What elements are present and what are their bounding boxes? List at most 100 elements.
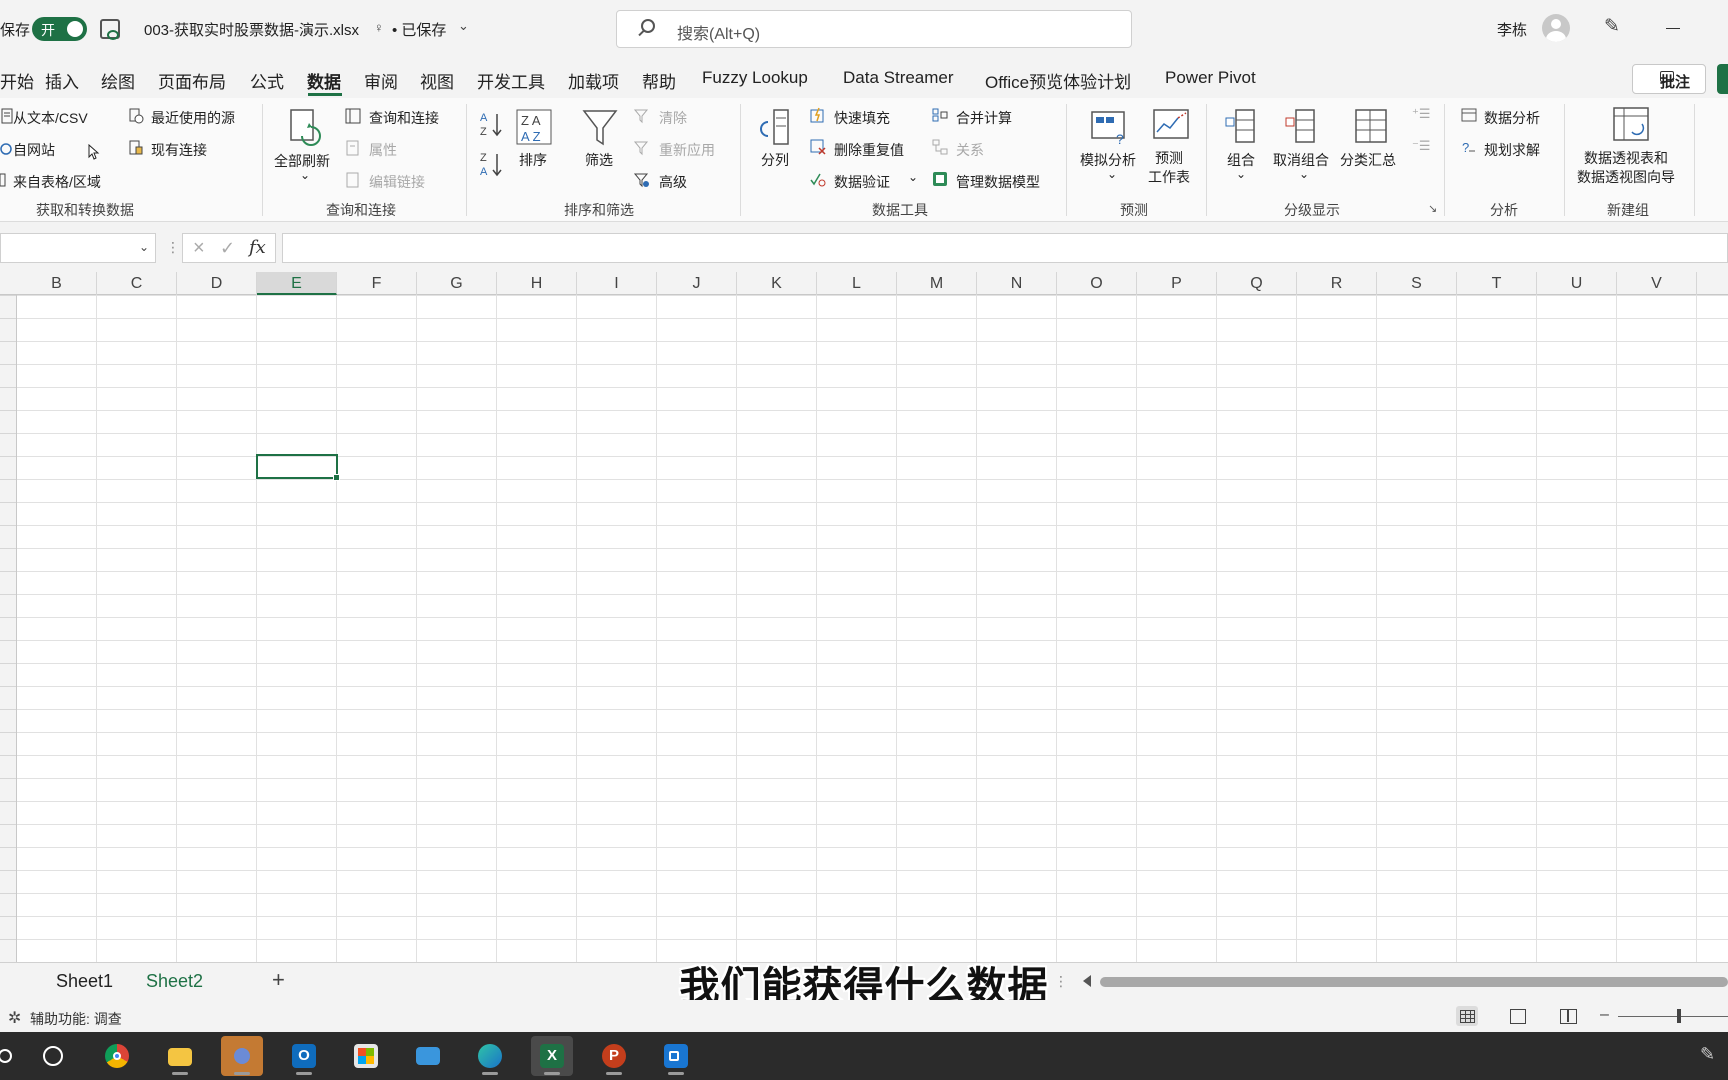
column-header[interactable]: U bbox=[1537, 272, 1617, 295]
paint-icon[interactable] bbox=[221, 1036, 263, 1076]
comments-button[interactable]: 批注 bbox=[1632, 64, 1706, 94]
autosave-toggle[interactable]: 开 bbox=[32, 17, 87, 41]
page-break-view-icon[interactable] bbox=[1560, 1009, 1577, 1024]
chevron-down-icon[interactable]: ⌄ bbox=[908, 170, 918, 184]
tab-addins[interactable]: 加载项 bbox=[568, 68, 619, 93]
data-validation-button[interactable]: 数据验证 bbox=[834, 172, 890, 192]
from-web-button[interactable]: 自网站 bbox=[13, 140, 55, 160]
column-header[interactable]: N bbox=[977, 272, 1057, 295]
flash-fill-button[interactable]: 快速填充 bbox=[834, 108, 890, 128]
store-icon[interactable] bbox=[345, 1036, 387, 1076]
save-icon[interactable] bbox=[100, 19, 120, 40]
data-analysis-button[interactable]: 数据分析 bbox=[1484, 108, 1540, 128]
windows-icon[interactable] bbox=[0, 1036, 22, 1076]
pivot-wizard-label-1[interactable]: 数据透视表和 bbox=[1584, 148, 1668, 168]
screen-recorder-icon[interactable] bbox=[655, 1036, 697, 1076]
tab-view[interactable]: 视图 bbox=[420, 68, 454, 93]
more-options-icon[interactable]: ⋮ bbox=[166, 239, 180, 256]
queries-connections-button[interactable]: 查询和连接 bbox=[369, 108, 439, 128]
column-header[interactable]: O bbox=[1057, 272, 1137, 295]
chevron-down-icon[interactable]: ⌄ bbox=[1236, 167, 1246, 181]
page-layout-view-icon[interactable] bbox=[1510, 1009, 1526, 1024]
consolidate-button[interactable]: 合并计算 bbox=[956, 108, 1012, 128]
cancel-icon[interactable]: × bbox=[193, 237, 205, 260]
dialog-launcher-icon[interactable]: ↘ bbox=[1428, 202, 1437, 215]
chevron-down-icon[interactable]: ⌄ bbox=[300, 168, 310, 182]
recent-sources-button[interactable]: 最近使用的源 bbox=[151, 108, 235, 128]
chevron-down-icon[interactable]: ⌄ bbox=[1107, 167, 1117, 181]
file-explorer-icon[interactable] bbox=[159, 1036, 201, 1076]
excel-icon[interactable]: X bbox=[531, 1036, 573, 1076]
tab-home[interactable]: 开始 bbox=[0, 68, 34, 93]
normal-view-icon[interactable] bbox=[1456, 1006, 1478, 1026]
column-header[interactable]: C bbox=[97, 272, 177, 295]
tab-help[interactable]: 帮助 bbox=[642, 68, 676, 93]
tab-draw[interactable]: 绘图 bbox=[101, 68, 135, 93]
tab-page-layout[interactable]: 页面布局 bbox=[158, 68, 226, 93]
zoom-out-icon[interactable]: – bbox=[1600, 1006, 1609, 1024]
column-header[interactable]: S bbox=[1377, 272, 1457, 295]
selected-cell[interactable] bbox=[256, 454, 340, 481]
name-box[interactable]: ⌄ bbox=[0, 233, 156, 263]
column-header[interactable]: Q bbox=[1217, 272, 1297, 295]
column-header[interactable]: B bbox=[17, 272, 97, 295]
column-header[interactable]: P bbox=[1137, 272, 1217, 295]
reapply-button[interactable]: 重新应用 bbox=[659, 140, 715, 160]
forecast-sheet-label-2[interactable]: 工作表 bbox=[1148, 167, 1190, 187]
solver-button[interactable]: 规划求解 bbox=[1484, 140, 1540, 160]
remove-duplicates-button[interactable]: 删除重复值 bbox=[834, 140, 904, 160]
column-header[interactable]: L bbox=[817, 272, 897, 295]
from-table-button[interactable]: 来自表格/区域 bbox=[13, 172, 101, 192]
pen-icon[interactable]: ✎ bbox=[1604, 15, 1620, 38]
column-header[interactable]: R bbox=[1297, 272, 1377, 295]
search-input[interactable]: 搜索(Alt+Q) bbox=[616, 10, 1132, 48]
tab-developer[interactable]: 开发工具 bbox=[477, 68, 545, 93]
manage-data-model-button[interactable]: 管理数据模型 bbox=[956, 172, 1040, 192]
column-header[interactable]: G bbox=[417, 272, 497, 295]
from-text-csv-button[interactable]: 从文本/CSV bbox=[13, 108, 88, 128]
enter-icon[interactable]: ✓ bbox=[220, 238, 235, 259]
worksheet[interactable]: B C D E F G H I J K L M N O P Q R S T U … bbox=[0, 272, 1728, 962]
share-button[interactable] bbox=[1717, 64, 1728, 94]
column-header[interactable]: H bbox=[497, 272, 577, 295]
filter-button[interactable]: 筛选 bbox=[585, 150, 613, 170]
powerpoint-icon[interactable]: P bbox=[593, 1036, 635, 1076]
tab-office-insider[interactable]: Office预览体验计划 bbox=[985, 68, 1131, 93]
tab-power-pivot[interactable]: Power Pivot bbox=[1165, 68, 1256, 88]
edit-links-button[interactable]: 编辑链接 bbox=[369, 172, 425, 192]
zoom-slider[interactable] bbox=[1618, 1016, 1728, 1017]
document-title[interactable]: 003-获取实时股票数据-演示.xlsx bbox=[144, 19, 359, 40]
tab-data-streamer[interactable]: Data Streamer bbox=[843, 68, 954, 88]
avatar[interactable] bbox=[1542, 14, 1570, 42]
forecast-sheet-label-1[interactable]: 预测 bbox=[1155, 148, 1183, 168]
column-header[interactable]: F bbox=[337, 272, 417, 295]
insert-function-icon[interactable]: fx bbox=[249, 237, 266, 258]
properties-button[interactable]: 属性 bbox=[369, 140, 397, 160]
column-header[interactable]: J bbox=[657, 272, 737, 295]
row-headers[interactable] bbox=[0, 295, 17, 962]
hide-detail-icon[interactable]: ⁻☰ bbox=[1412, 138, 1431, 154]
chrome-icon[interactable] bbox=[96, 1036, 138, 1076]
chevron-down-icon[interactable]: ⌄ bbox=[1299, 167, 1309, 181]
show-detail-icon[interactable]: ⁺☰ bbox=[1412, 106, 1431, 122]
column-header[interactable]: D bbox=[177, 272, 257, 295]
column-header[interactable]: I bbox=[577, 272, 657, 295]
tab-insert[interactable]: 插入 bbox=[45, 68, 79, 93]
subtotal-button[interactable]: 分类汇总 bbox=[1340, 150, 1396, 170]
accessibility-status[interactable]: 辅助功能: 调查 bbox=[30, 1009, 122, 1029]
user-name[interactable]: 李栋 bbox=[1497, 19, 1527, 40]
tab-review[interactable]: 审阅 bbox=[364, 68, 398, 93]
column-header[interactable]: M bbox=[897, 272, 977, 295]
cortana-icon[interactable] bbox=[32, 1036, 74, 1076]
clear-button[interactable]: 清除 bbox=[659, 108, 687, 128]
text-to-columns-button[interactable]: 分列 bbox=[761, 150, 789, 170]
column-header[interactable]: K bbox=[737, 272, 817, 295]
column-header[interactable]: V bbox=[1617, 272, 1697, 295]
advanced-button[interactable]: 高级 bbox=[659, 172, 687, 192]
zoom-slider-thumb[interactable] bbox=[1677, 1009, 1681, 1023]
formula-input[interactable] bbox=[282, 233, 1728, 263]
tab-fuzzy-lookup[interactable]: Fuzzy Lookup bbox=[702, 68, 808, 88]
sort-button[interactable]: 排序 bbox=[519, 150, 547, 170]
accessibility-icon[interactable]: ✲ bbox=[8, 1008, 21, 1028]
existing-connections-button[interactable]: 现有连接 bbox=[151, 140, 207, 160]
